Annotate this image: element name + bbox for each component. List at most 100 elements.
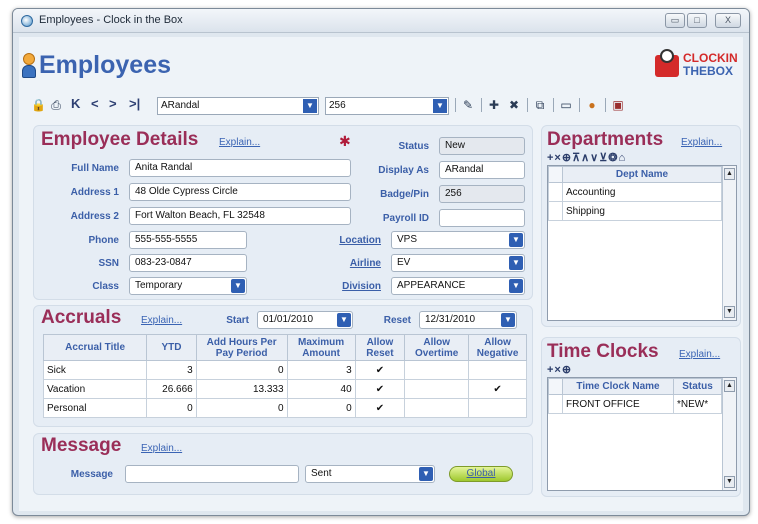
window-title: Employees - Clock in the Box bbox=[39, 14, 183, 26]
row-selector-header bbox=[548, 166, 563, 183]
allow-negative-checkbox[interactable]: ✔ bbox=[468, 379, 527, 399]
full-name-label: Full Name bbox=[71, 163, 119, 174]
copy-icon[interactable]: ⧉ bbox=[533, 98, 547, 112]
close-button[interactable]: X bbox=[715, 13, 741, 28]
next-record-button[interactable]: > bbox=[109, 96, 117, 111]
employee-select[interactable]: ARandal ▼ bbox=[157, 97, 319, 115]
display-as-field[interactable]: ARandal bbox=[439, 161, 525, 179]
departments-scrollbar[interactable]: ▲ ▼ bbox=[722, 166, 736, 320]
address2-field[interactable]: Fort Walton Beach, FL 32548 bbox=[129, 207, 351, 225]
toolbar-divider bbox=[527, 98, 528, 112]
column-header[interactable]: Allow Negative bbox=[468, 334, 527, 361]
scroll-up-icon[interactable]: ▲ bbox=[724, 168, 735, 180]
chevron-down-icon: ▼ bbox=[419, 467, 433, 481]
time-clocks-scrollbar[interactable]: ▲ ▼ bbox=[722, 378, 736, 490]
chevron-down-icon: ▼ bbox=[231, 279, 245, 293]
employee-icon bbox=[22, 53, 36, 79]
add-employee-icon[interactable]: ✚ bbox=[487, 98, 501, 112]
message-status-select[interactable]: Sent ▼ bbox=[305, 465, 435, 483]
location-select[interactable]: VPS ▼ bbox=[391, 231, 525, 249]
column-header[interactable]: YTD bbox=[146, 334, 197, 361]
airline-select[interactable]: EV ▼ bbox=[391, 254, 525, 272]
details-explain-link[interactable]: Explain... bbox=[219, 137, 260, 148]
full-name-field[interactable]: Anita Randal bbox=[129, 159, 351, 177]
message-input[interactable] bbox=[125, 465, 299, 483]
payroll-id-field[interactable] bbox=[439, 209, 525, 227]
list-item[interactable]: Shipping bbox=[548, 201, 722, 221]
airline-link[interactable]: Airline bbox=[319, 258, 381, 269]
global-button[interactable]: Global bbox=[449, 466, 513, 482]
maximize-button[interactable]: □ bbox=[687, 13, 707, 28]
minimize-button[interactable]: ▭ bbox=[665, 13, 685, 28]
table-row[interactable]: Vacation 26.666 13.333 40 ✔ ✔ bbox=[42, 379, 527, 399]
table-row[interactable]: Sick 3 0 3 ✔ bbox=[42, 360, 527, 380]
allow-reset-checkbox[interactable]: ✔ bbox=[354, 379, 406, 399]
division-select[interactable]: APPEARANCE ▼ bbox=[391, 277, 525, 295]
class-select[interactable]: Temporary ▼ bbox=[129, 277, 247, 295]
start-date-picker[interactable]: 01/01/2010 ▼ bbox=[257, 311, 353, 329]
reset-date-picker[interactable]: 12/31/2010 ▼ bbox=[419, 311, 517, 329]
row-selector-header bbox=[548, 378, 563, 395]
chevron-down-icon: ▼ bbox=[509, 256, 523, 270]
time-clock-tools[interactable]: +×⊕ bbox=[547, 363, 572, 376]
allow-negative-checkbox[interactable] bbox=[468, 398, 527, 418]
message-explain-link[interactable]: Explain... bbox=[141, 443, 182, 454]
ssn-field[interactable]: 083-23-0847 bbox=[129, 254, 247, 272]
user-icon[interactable]: ● bbox=[585, 98, 599, 112]
departments-explain-link[interactable]: Explain... bbox=[681, 137, 722, 148]
page-title: Employees bbox=[39, 51, 172, 79]
scroll-down-icon[interactable]: ▼ bbox=[724, 476, 735, 488]
column-header[interactable]: Maximum Amount bbox=[286, 334, 356, 361]
allow-overtime-checkbox[interactable] bbox=[404, 379, 470, 399]
allow-reset-checkbox[interactable]: ✔ bbox=[354, 360, 406, 380]
allow-overtime-checkbox[interactable] bbox=[404, 398, 470, 418]
uk-flag-icon[interactable]: ✱ bbox=[339, 133, 351, 150]
column-header[interactable]: Status bbox=[673, 378, 722, 395]
allow-negative-checkbox[interactable] bbox=[468, 360, 527, 380]
column-header[interactable]: Dept Name bbox=[562, 166, 722, 183]
exit-icon[interactable]: ▣ bbox=[611, 98, 625, 112]
address1-field[interactable]: 48 Olde Cypress Circle bbox=[129, 183, 351, 201]
time-clocks-table: Time Clock Name Status FRONT OFFICE *NEW… bbox=[548, 378, 722, 414]
print-icon[interactable]: ⎙ bbox=[49, 98, 63, 112]
column-header[interactable]: Allow Overtime bbox=[404, 334, 470, 361]
table-row[interactable]: FRONT OFFICE *NEW* bbox=[548, 394, 722, 414]
chevron-down-icon: ▼ bbox=[433, 99, 447, 113]
class-label: Class bbox=[92, 281, 119, 292]
column-header[interactable]: Time Clock Name bbox=[562, 378, 674, 395]
departments-table: Dept Name Accounting Shipping bbox=[548, 166, 722, 221]
previous-record-button[interactable]: < bbox=[91, 96, 99, 111]
table-row[interactable]: Personal 0 0 0 ✔ bbox=[42, 398, 527, 418]
chevron-down-icon: ▼ bbox=[337, 313, 351, 327]
app-window: Employees - Clock in the Box ▭ □ X Emplo… bbox=[12, 8, 750, 516]
badge-select[interactable]: 256 ▼ bbox=[325, 97, 449, 115]
department-tools[interactable]: +×⊕⊼∧∨⊻❂⌂ bbox=[547, 151, 626, 164]
first-record-button[interactable]: K bbox=[71, 96, 80, 111]
allow-overtime-checkbox[interactable] bbox=[404, 360, 470, 380]
status-label: Status bbox=[398, 141, 429, 152]
time-clocks-title: Time Clocks bbox=[547, 341, 659, 362]
scroll-down-icon[interactable]: ▼ bbox=[724, 306, 735, 318]
allow-reset-checkbox[interactable]: ✔ bbox=[354, 398, 406, 418]
window-icon[interactable]: ▭ bbox=[559, 98, 573, 112]
list-item[interactable]: Accounting bbox=[548, 182, 722, 202]
remove-employee-icon[interactable]: ✖ bbox=[507, 98, 521, 112]
column-header[interactable]: Allow Reset bbox=[354, 334, 406, 361]
phone-field[interactable]: 555-555-5555 bbox=[129, 231, 247, 249]
lock-icon[interactable]: 🔒 bbox=[31, 98, 46, 112]
departments-title: Departments bbox=[547, 129, 664, 150]
location-link[interactable]: Location bbox=[319, 235, 381, 246]
last-record-button[interactable]: >| bbox=[129, 96, 140, 111]
toolbar-divider bbox=[481, 98, 482, 112]
edit-icon[interactable]: ✎ bbox=[461, 98, 475, 112]
departments-list: Dept Name Accounting Shipping ▲ ▼ bbox=[547, 165, 737, 321]
ssn-label: SSN bbox=[98, 258, 119, 269]
phone-label: Phone bbox=[88, 235, 119, 246]
column-header[interactable]: Add Hours Per Pay Period bbox=[195, 334, 288, 361]
reset-label: Reset bbox=[383, 315, 411, 326]
time-clocks-explain-link[interactable]: Explain... bbox=[679, 349, 720, 360]
column-header[interactable]: Accrual Title bbox=[42, 334, 148, 361]
division-link[interactable]: Division bbox=[319, 281, 381, 292]
scroll-up-icon[interactable]: ▲ bbox=[724, 380, 735, 392]
accruals-explain-link[interactable]: Explain... bbox=[141, 315, 182, 326]
